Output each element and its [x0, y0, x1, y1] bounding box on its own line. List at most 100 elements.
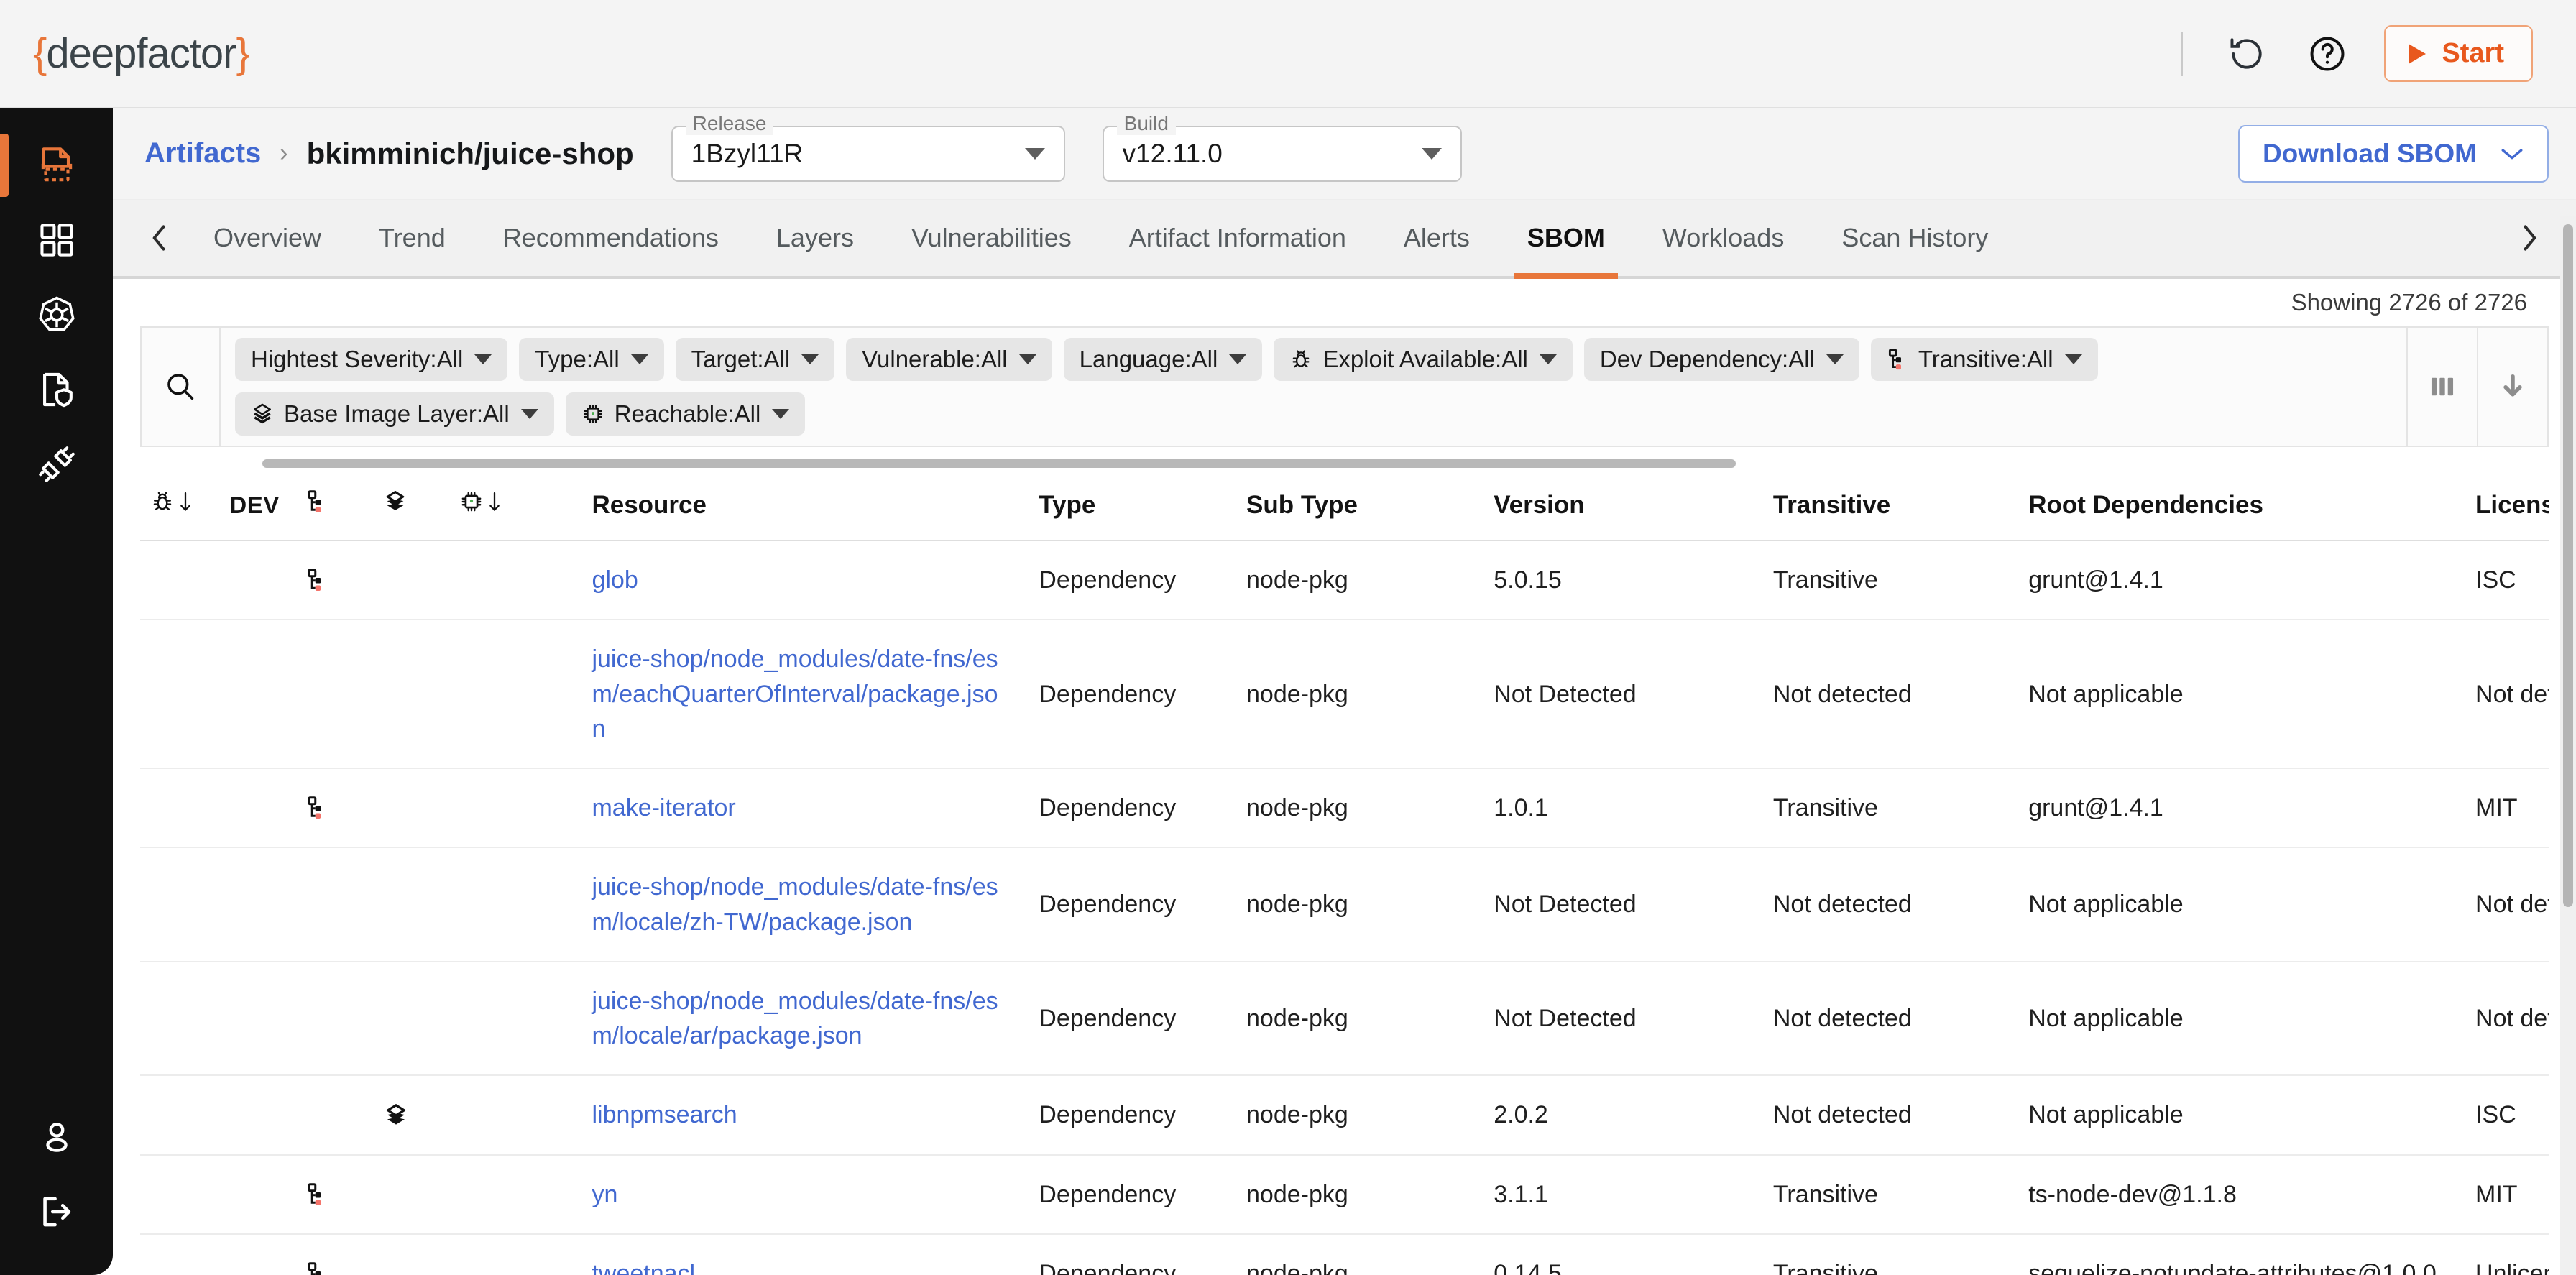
tabs-scroll-left-button[interactable]: [134, 200, 185, 276]
tab-artifact-information[interactable]: Artifact Information: [1100, 200, 1375, 276]
tab-workloads[interactable]: Workloads: [1634, 200, 1813, 276]
column-settings-button[interactable]: [2406, 328, 2477, 446]
resource-link[interactable]: libnpmsearch: [592, 1101, 737, 1128]
cell-transitive-indicator: [305, 847, 383, 962]
table-row[interactable]: make-iterator Dependency node-pkg 1.0.1 Tran…: [140, 768, 2549, 849]
tabs-scroll-right-button[interactable]: [2504, 200, 2554, 276]
chevron-right-icon: [2524, 225, 2536, 251]
tab-alerts[interactable]: Alerts: [1375, 200, 1499, 276]
tab-trend[interactable]: Trend: [350, 200, 474, 276]
tree-node-icon: [308, 1183, 321, 1205]
sidebar-item-account[interactable]: [0, 1100, 113, 1174]
filter-chip-dev-dependency[interactable]: Dev Dependency:All: [1583, 338, 1859, 381]
column-header-resource[interactable]: Resource: [592, 470, 1039, 541]
sidebar-item-dashboard[interactable]: [0, 203, 113, 277]
resource-link[interactable]: glob: [592, 566, 638, 594]
table-row[interactable]: libnpmsearch Dependency node-pkg 2.0.2 Not d…: [140, 1075, 2549, 1156]
sidebar-item-kubernetes[interactable]: [0, 277, 113, 352]
tab-vulnerabilities[interactable]: Vulnerabilities: [883, 200, 1100, 276]
start-button[interactable]: Start: [2384, 25, 2533, 82]
table-row[interactable]: glob Dependency node-pkg 5.0.15 Transitive gr…: [140, 540, 2549, 621]
table-row[interactable]: juice-shop/node_modules/date-fns/esm/loc…: [140, 847, 2549, 962]
column-header-sub-type[interactable]: Sub Type: [1246, 470, 1494, 541]
column-header-root-dependencies[interactable]: Root Dependencies: [2028, 470, 2476, 541]
cell-version: Not Detected: [1494, 847, 1773, 962]
cell-reachable: [459, 540, 592, 621]
cell-license: ISC: [2475, 1075, 2549, 1156]
table-row[interactable]: tweetnacl Dependency node-pkg 0.14.5 Transit…: [140, 1233, 2549, 1275]
sidebar-item-logout[interactable]: [0, 1174, 113, 1249]
filter-chip-reachable[interactable]: Reachable:All: [565, 392, 806, 436]
resource-link[interactable]: yn: [592, 1181, 617, 1208]
filter-chip-label: Exploit Available:All: [1322, 346, 1528, 372]
column-header-severity[interactable]: [140, 470, 230, 541]
column-header-version[interactable]: Version: [1494, 470, 1773, 541]
resource-link[interactable]: juice-shop/node_modules/date-fns/esm/eac…: [592, 645, 998, 742]
cell-version: 0.14.5: [1494, 1233, 1773, 1275]
chevron-down-icon: [1826, 354, 1844, 364]
column-header-type[interactable]: Type: [1039, 470, 1246, 541]
filter-chip-label: Base Image Layer:All: [284, 400, 510, 427]
filter-chip-base-image-layer[interactable]: Base Image Layer:All: [235, 392, 554, 436]
cell-root-dependencies: ts-node-dev@1.1.8: [2028, 1154, 2476, 1235]
top-bar: {deepfactor} Start: [0, 0, 2576, 108]
filter-chip-transitive[interactable]: Transitive:All: [1870, 338, 2098, 381]
play-triangle-icon: [2409, 43, 2426, 64]
filter-chip-type[interactable]: Type:All: [519, 338, 664, 381]
cell-version: Not Detected: [1494, 961, 1773, 1077]
tab-scan-history[interactable]: Scan History: [1813, 200, 2017, 276]
brand-logo[interactable]: {deepfactor}: [33, 29, 250, 78]
search-button[interactable]: [142, 328, 221, 446]
resource-link[interactable]: juice-shop/node_modules/date-fns/esm/loc…: [592, 873, 998, 935]
table-row[interactable]: juice-shop/node_modules/date-fns/esm/eac…: [140, 620, 2549, 770]
column-header-reachable[interactable]: [459, 470, 592, 541]
tab-layers[interactable]: Layers: [748, 200, 883, 276]
resource-link[interactable]: juice-shop/node_modules/date-fns/esm/loc…: [592, 988, 998, 1049]
release-selector-wrap: Release 1Bzyl11R: [671, 111, 1065, 182]
table-row[interactable]: juice-shop/node_modules/date-fns/esm/loc…: [140, 961, 2549, 1077]
column-header-transitive[interactable]: Transitive: [1772, 470, 2029, 541]
column-header-base-image-layer[interactable]: [382, 470, 460, 541]
column-header-dev[interactable]: DEV: [229, 470, 306, 541]
tab-recommendations[interactable]: Recommendations: [474, 200, 748, 276]
help-button[interactable]: [2304, 30, 2351, 78]
sidebar-item-integrations[interactable]: [0, 427, 113, 502]
cell-license: ISC: [2475, 540, 2549, 621]
page-vertical-scroll-thumb[interactable]: [2563, 224, 2573, 907]
filter-chip-vulnerable[interactable]: Vulnerable:All: [846, 338, 1052, 381]
filter-panel: Hightest Severity:All Type:All Target:Al…: [140, 326, 2549, 447]
tab-sbom[interactable]: SBOM: [1499, 200, 1634, 279]
table-header-row: DEV Resource Type Sub Type Version Trans…: [140, 470, 2549, 541]
column-header-license[interactable]: License: [2475, 470, 2549, 541]
page-vertical-scrollbar[interactable]: [2560, 216, 2576, 1275]
column-header-transitive-icon[interactable]: [305, 470, 383, 541]
filter-chip-exploit-available[interactable]: Exploit Available:All: [1274, 338, 1573, 381]
export-button[interactable]: [2477, 328, 2547, 446]
layers-icon: [386, 1103, 405, 1125]
resource-link[interactable]: make-iterator: [592, 794, 735, 821]
table-row[interactable]: yn Dependency node-pkg 3.1.1 Transitive ts-no…: [140, 1154, 2549, 1235]
download-sbom-button[interactable]: Download SBOM: [2237, 124, 2549, 183]
cell-severity: [140, 847, 230, 962]
filter-chip-highest-severity[interactable]: Hightest Severity:All: [235, 338, 508, 381]
cell-severity: [140, 768, 230, 849]
table-horizontal-scrollbar[interactable]: [140, 457, 2549, 470]
sidebar-item-policies[interactable]: [0, 352, 113, 427]
refresh-button[interactable]: [2223, 30, 2271, 78]
cell-type: Dependency: [1039, 540, 1246, 621]
cell-license: MIT: [2475, 1154, 2549, 1235]
filter-chip-language[interactable]: Language:All: [1063, 338, 1263, 381]
transitive-indicator-icon: [306, 567, 383, 593]
filter-chip-target[interactable]: Target:All: [675, 338, 835, 381]
logout-icon: [42, 1197, 70, 1227]
chevron-down-icon: [474, 354, 492, 364]
table-horizontal-scroll-thumb[interactable]: [262, 459, 1736, 468]
base-image-layer-indicator-icon: [383, 1102, 460, 1129]
resource-link[interactable]: tweetnacl: [592, 1260, 695, 1275]
build-selector-value: v12.11.0: [1122, 138, 1223, 168]
cell-dev: [229, 961, 306, 1077]
tab-overview[interactable]: Overview: [185, 200, 350, 276]
cell-sub-type: node-pkg: [1246, 961, 1494, 1077]
breadcrumb-artifacts-link[interactable]: Artifacts: [144, 137, 261, 170]
sidebar-item-artifacts[interactable]: [0, 128, 113, 203]
